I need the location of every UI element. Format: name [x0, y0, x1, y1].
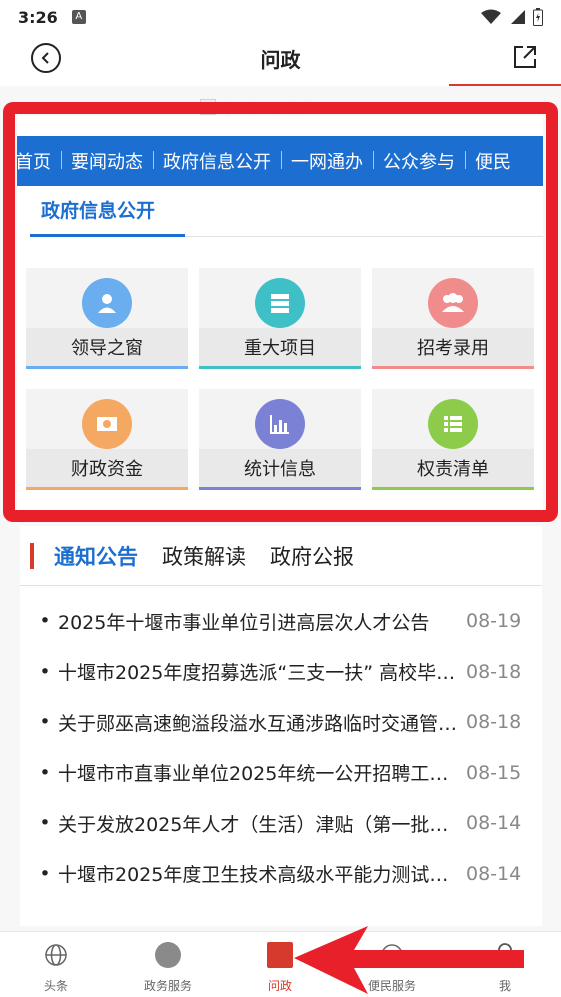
list-icon	[428, 399, 478, 449]
nav-item-one-net[interactable]: 一网通办	[281, 148, 373, 174]
wifi-icon	[481, 9, 501, 24]
grid-item-leaders[interactable]: 领导之窗	[26, 268, 188, 369]
server-icon	[255, 278, 305, 328]
nav-item-news[interactable]: 要闻动态	[61, 148, 153, 174]
battery-icon	[533, 8, 543, 26]
bullet: •	[39, 610, 51, 633]
status-time: 3:26	[18, 7, 58, 27]
app-header: 问政	[0, 34, 561, 86]
news-title: 十堰市2025年度招募选派“三支一扶” 高校毕业生公告	[58, 662, 462, 685]
news-title: 关于郧巫高速鲍溢段溢水互通涉路临时交通管制的通告	[58, 712, 462, 735]
grid-item-projects[interactable]: 重大项目	[199, 268, 361, 369]
person-icon	[82, 278, 132, 328]
tab-marker	[30, 542, 34, 569]
grid-label: 招考录用	[372, 328, 534, 366]
grid-label: 统计信息	[199, 449, 361, 487]
web-content: 十堰市人民政府 首页 要闻动态 政府信息公开 一网通办 公众参与 便民 政府信息…	[0, 86, 561, 931]
nav-item-convenience[interactable]: 便民	[465, 148, 521, 174]
news-date: 08-14	[466, 812, 522, 835]
bottom-nav-label: 政务服务	[143, 979, 192, 993]
bottom-nav-headlines[interactable]: 头条	[6, 932, 106, 997]
grid-underline	[26, 366, 188, 369]
news-title: 十堰市市直事业单位2025年统一公开招聘工作人员公告	[58, 763, 462, 786]
grid-item-recruitment[interactable]: 招考录用	[372, 268, 534, 369]
list-item[interactable]: • 关于发放2025年人才（生活）津贴（第一批）的公示 08-14	[20, 798, 542, 849]
bottom-nav-label: 我	[498, 979, 511, 993]
grid-underline	[199, 487, 361, 490]
notice-section: 通知公告 政策解读 政府公报 • 2025年十堰市事业单位引进高层次人才公告 0…	[20, 526, 542, 926]
news-title: 十堰市2025年度卫生技术高级水平能力测试公告	[58, 864, 462, 887]
bottom-nav-label: 头条	[43, 979, 68, 993]
circle-icon	[155, 942, 181, 968]
tab-gazette[interactable]: 政府公报	[270, 541, 354, 571]
news-date: 08-15	[466, 761, 522, 784]
list-item[interactable]: • 十堰市2025年度招募选派“三支一扶” 高校毕业生公告 08-18	[20, 647, 542, 698]
group-icon	[428, 278, 478, 328]
list-item[interactable]: • 十堰市市直事业单位2025年统一公开招聘工作人员公告 08-15	[20, 748, 542, 799]
list-item[interactable]: • 关于郧巫高速鲍溢段溢水互通涉路临时交通管制的通告 08-18	[20, 697, 542, 748]
status-icons	[481, 8, 543, 26]
globe-icon	[45, 944, 67, 966]
bullet: •	[39, 862, 51, 885]
tab-notices[interactable]: 通知公告	[54, 541, 138, 571]
nav-item-gov-info[interactable]: 政府信息公开	[153, 148, 281, 174]
bottom-nav-me[interactable]: 我	[455, 932, 555, 997]
list-item[interactable]: • 2025年十堰市事业单位引进高层次人才公告 08-19	[20, 596, 542, 647]
site-navbar: 首页 要闻动态 政府信息公开 一网通办 公众参与 便民	[17, 136, 543, 186]
bottom-nav: 头条 政务服务 问政 便民服务 我	[0, 931, 561, 997]
square-icon	[267, 942, 293, 968]
grid-item-responsibility[interactable]: 权责清单	[372, 389, 534, 490]
signal-icon	[511, 10, 525, 24]
external-link-icon	[514, 46, 536, 68]
news-date: 08-19	[466, 610, 522, 633]
bottom-nav-label: 问政	[267, 979, 292, 993]
grid-underline	[199, 366, 361, 369]
nav-item-home[interactable]: 首页	[17, 148, 61, 174]
bottom-nav-gov-services[interactable]: 政务服务	[118, 932, 218, 997]
status-bar: 3:26 A	[0, 0, 561, 34]
bottom-nav-label: 便民服务	[367, 979, 416, 993]
list-item[interactable]: • 十堰市2025年度卫生技术高级水平能力测试公告 08-14	[20, 849, 542, 900]
nav-item-public[interactable]: 公众参与	[373, 148, 465, 174]
grid-label: 重大项目	[199, 328, 361, 366]
news-date: 08-18	[466, 660, 522, 683]
bullet: •	[39, 812, 51, 835]
grid-item-finance[interactable]: 财政资金	[26, 389, 188, 490]
bottom-nav-wenzheng[interactable]: 问政	[230, 932, 330, 997]
bullet: •	[39, 711, 51, 734]
news-date: 08-18	[466, 711, 522, 734]
page-title: 问政	[260, 48, 301, 72]
news-date: 08-14	[466, 862, 522, 885]
grid-label: 领导之窗	[26, 328, 188, 366]
notice-tabs: 通知公告 政策解读 政府公报	[20, 526, 542, 586]
bar-chart-icon	[255, 399, 305, 449]
service-icon	[381, 944, 403, 966]
grid-label: 权责清单	[372, 449, 534, 487]
bottom-nav-convenience[interactable]: 便民服务	[342, 932, 442, 997]
notification-icon: A	[71, 10, 86, 24]
grid-label: 财政资金	[26, 449, 188, 487]
news-title: 2025年十堰市事业单位引进高层次人才公告	[58, 611, 430, 634]
money-icon	[82, 399, 132, 449]
tab-policy[interactable]: 政策解读	[162, 541, 246, 571]
section-underline	[30, 234, 185, 237]
banner-image-alt: 十堰市人民政府	[222, 101, 314, 117]
news-title: 关于发放2025年人才（生活）津贴（第一批）的公示	[58, 813, 462, 836]
section-title: 政府信息公开	[41, 200, 156, 222]
broken-image-icon	[200, 99, 216, 115]
grid-underline	[372, 487, 534, 490]
user-icon	[493, 943, 517, 968]
grid-underline	[26, 487, 188, 490]
share-button[interactable]	[512, 44, 538, 70]
gov-info-panel: 首页 要闻动态 政府信息公开 一网通办 公众参与 便民 政府信息公开 领导之窗 …	[17, 116, 543, 511]
banner-image: 十堰市人民政府	[200, 98, 360, 116]
grid-item-statistics[interactable]: 统计信息	[199, 389, 361, 490]
news-list: • 2025年十堰市事业单位引进高层次人才公告 08-19 • 十堰市2025年…	[20, 596, 542, 899]
bullet: •	[39, 660, 51, 683]
bullet: •	[39, 761, 51, 784]
grid-underline	[372, 366, 534, 369]
